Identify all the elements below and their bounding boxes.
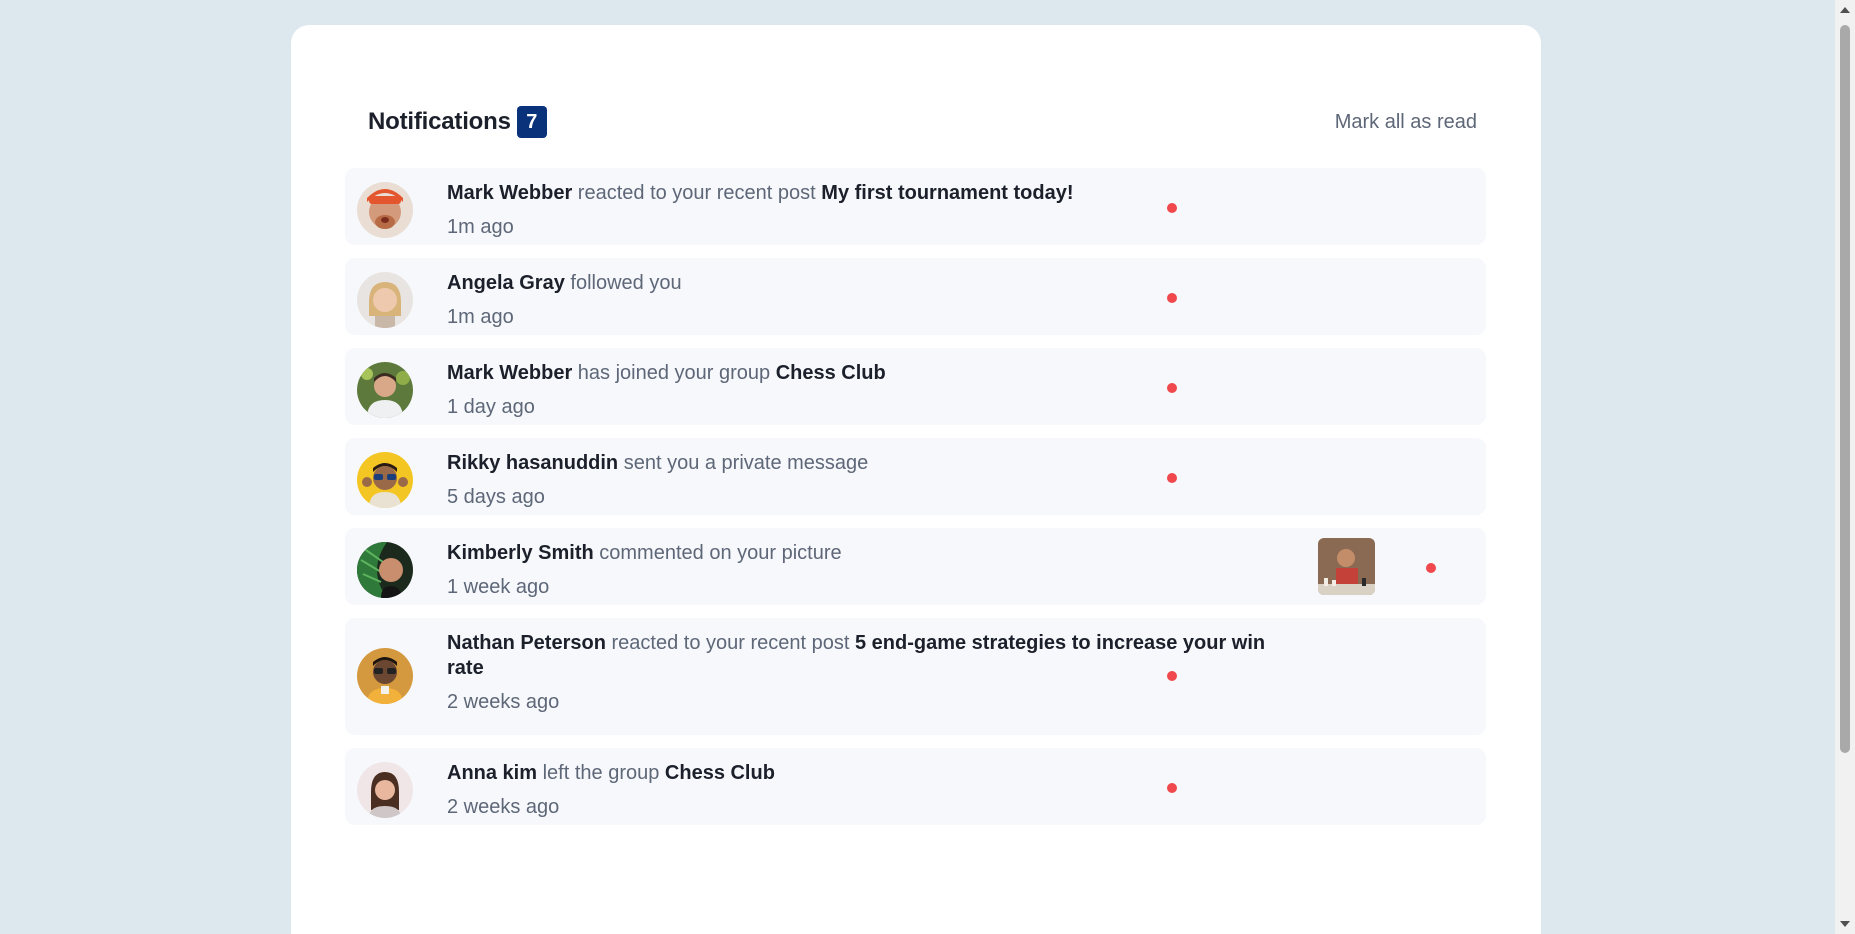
avatar[interactable] [357,182,413,238]
scrollbar-thumb[interactable] [1840,25,1850,753]
timestamp: 1m ago [447,306,514,328]
action-text: commented on your picture [599,542,842,564]
unread-count-badge: 7 [516,106,547,138]
action-text: followed you [570,272,682,294]
timestamp: 1 week ago [447,576,550,598]
notification-item[interactable]: Mark Webber reacted to your recent post … [345,168,1486,245]
notification-item[interactable]: Mark Webber has joined your group Chess … [345,348,1486,425]
avatar[interactable] [357,272,413,328]
notification-text: Rikky hasanuddin sent you a private mess… [447,451,1277,476]
user-name-link[interactable]: Mark Webber [447,182,572,204]
chess-picture-thumbnail[interactable] [1318,538,1375,595]
post-link[interactable]: My first tournament today! [821,182,1073,204]
page: Notifications 7 Mark all as read Mark We… [0,0,1855,934]
title-group: Notifications 7 [368,106,547,138]
unread-dot-icon [1167,383,1177,393]
notifications-header: Notifications 7 Mark all as read [368,102,1477,142]
avatar[interactable] [357,762,413,818]
avatar[interactable] [357,452,413,508]
notification-text: Anna kim left the group Chess Club [447,761,1277,786]
user-name-link[interactable]: Kimberly Smith [447,542,594,564]
vertical-scrollbar[interactable] [1835,0,1855,934]
notification-item[interactable]: Kimberly Smith commented on your picture… [345,528,1486,605]
group-link[interactable]: Chess Club [665,762,775,784]
notification-text: Mark Webber has joined your group Chess … [447,361,1277,386]
avatar[interactable] [357,648,413,704]
unread-dot-icon [1167,293,1177,303]
notification-list: Mark Webber reacted to your recent post … [345,168,1486,838]
timestamp: 2 weeks ago [447,691,560,713]
scroll-up-arrow-icon[interactable] [1840,7,1850,13]
unread-dot-icon [1167,671,1177,681]
user-name-link[interactable]: Anna kim [447,762,537,784]
user-name-link[interactable]: Nathan Peterson [447,632,606,654]
action-text: left the group [542,762,660,784]
action-text: reacted to your recent post [577,182,816,204]
timestamp: 1 day ago [447,396,535,418]
notification-content: Angela Gray followed you 1m ago [447,271,1277,329]
timestamp: 5 days ago [447,486,545,508]
user-name-link[interactable]: Mark Webber [447,362,572,384]
timestamp: 1m ago [447,216,514,238]
notification-content: Mark Webber reacted to your recent post … [447,181,1277,239]
unread-dot-icon [1426,563,1436,573]
notification-item[interactable]: Angela Gray followed you 1m ago [345,258,1486,335]
notification-text: Mark Webber reacted to your recent post … [447,181,1277,206]
unread-dot-icon [1167,783,1177,793]
unread-dot-icon [1167,473,1177,483]
notification-item[interactable]: Anna kim left the group Chess Club 2 wee… [345,748,1486,825]
notification-content: Mark Webber has joined your group Chess … [447,361,1277,419]
avatar[interactable] [357,542,413,598]
action-text: has joined your group [577,362,771,384]
notification-text: Kimberly Smith commented on your picture [447,541,1277,566]
mark-all-read-button[interactable]: Mark all as read [1335,111,1477,134]
user-name-link[interactable]: Angela Gray [447,272,565,294]
notification-item[interactable]: Rikky hasanuddin sent you a private mess… [345,438,1486,515]
action-text: sent you a private message [623,452,869,474]
notification-text: Nathan Peterson reacted to your recent p… [447,631,1267,681]
notification-content: Kimberly Smith commented on your picture… [447,541,1277,599]
notifications-card: Notifications 7 Mark all as read Mark We… [291,25,1541,934]
user-name-link[interactable]: Rikky hasanuddin [447,452,618,474]
timestamp: 2 weeks ago [447,796,560,818]
notification-content: Nathan Peterson reacted to your recent p… [447,631,1267,714]
unread-dot-icon [1167,203,1177,213]
avatar[interactable] [357,362,413,418]
action-text: reacted to your recent post [611,632,850,654]
notification-content: Anna kim left the group Chess Club 2 wee… [447,761,1277,819]
notification-item[interactable]: Nathan Peterson reacted to your recent p… [345,618,1486,735]
notification-text: Angela Gray followed you [447,271,1277,296]
notification-content: Rikky hasanuddin sent you a private mess… [447,451,1277,509]
group-link[interactable]: Chess Club [776,362,886,384]
scroll-down-arrow-icon[interactable] [1840,921,1850,927]
page-title: Notifications [368,108,511,135]
